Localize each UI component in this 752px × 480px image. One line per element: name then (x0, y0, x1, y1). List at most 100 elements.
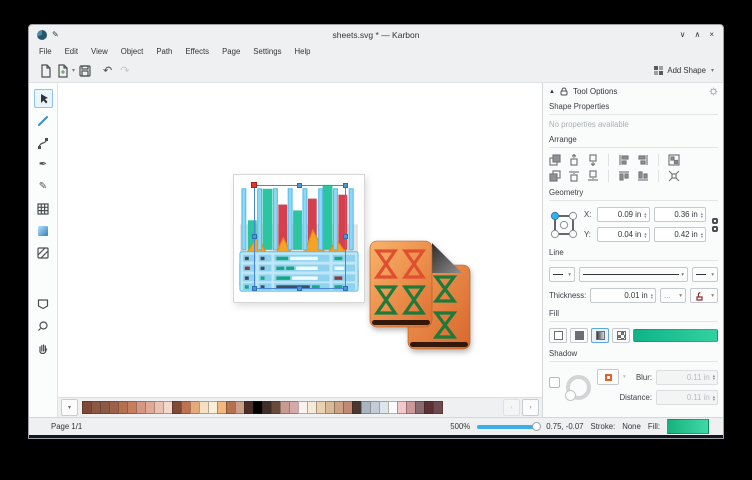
select-tool[interactable] (34, 89, 53, 108)
zoom-level[interactable]: 500% (450, 422, 470, 431)
pan-tool[interactable] (34, 338, 53, 357)
stroke-value: None (622, 422, 641, 431)
zoom-slider-knob[interactable] (532, 422, 541, 431)
x-label: X: (584, 210, 593, 219)
fill-label: Fill: (648, 422, 660, 431)
add-shape-dropdown-arrow: ▾ (711, 67, 714, 74)
lock-icon[interactable] (560, 87, 568, 96)
new-document-button[interactable] (37, 62, 54, 79)
fill-color-swatch[interactable] (667, 419, 709, 434)
shadow-checkbox[interactable] (549, 377, 560, 388)
align-left-button[interactable] (618, 154, 630, 166)
menu-view[interactable]: View (91, 47, 108, 56)
shadow-distance-field[interactable]: 0.11 in▴▾ (656, 390, 718, 405)
bring-to-front-button[interactable] (549, 154, 561, 166)
fill-gradient-preview[interactable] (633, 329, 718, 342)
line-tool[interactable] (34, 111, 53, 130)
width-field[interactable]: 0.36 in▴▾ (654, 207, 707, 222)
shadow-angle-dial[interactable] (566, 375, 591, 400)
pencil-tool[interactable]: ✎ (34, 177, 53, 196)
minimize-button[interactable]: ∨ (680, 31, 686, 39)
menu-path[interactable]: Path (156, 47, 172, 56)
add-shape-icon (654, 66, 663, 75)
palette-scroll-right-button[interactable]: › (522, 399, 539, 416)
align-top-button[interactable] (618, 170, 630, 182)
stroke-paint-button[interactable]: ▾ (690, 288, 718, 303)
path-edit-tool[interactable] (34, 133, 53, 152)
grid-tool[interactable] (34, 199, 53, 218)
open-document-button[interactable] (54, 62, 71, 79)
anchor-point-selector[interactable] (549, 210, 579, 240)
lock-ratio-icon[interactable] (712, 218, 718, 232)
selection-handle-top-right[interactable] (343, 183, 348, 188)
palette-swatch[interactable] (433, 401, 443, 414)
save-button[interactable] (76, 62, 93, 79)
menu-settings[interactable]: Settings (253, 47, 281, 56)
calligraphy-tool[interactable]: ✒ (34, 155, 53, 174)
selection-handle-bottom-middle[interactable] (297, 286, 302, 291)
collapse-docker-icon[interactable]: ▲ (549, 89, 555, 95)
cards-artwork[interactable] (368, 239, 472, 358)
line-end-marker-dropdown[interactable]: ▾ (692, 267, 718, 282)
menu-object[interactable]: Object (121, 47, 144, 56)
close-button[interactable]: × (709, 31, 714, 39)
shape-badge-tool[interactable] (34, 294, 53, 313)
redo-button[interactable]: ↷ (120, 65, 129, 76)
selection-handle-bottom-right[interactable] (343, 286, 348, 291)
drawing-canvas[interactable]: ▾ ‹ › (58, 83, 542, 417)
pattern-tool[interactable] (34, 243, 53, 262)
thickness-field[interactable]: 0.01 in▴▾ (590, 288, 656, 303)
panel-title: Tool Options (573, 87, 617, 96)
gradient-tool[interactable] (34, 221, 53, 240)
palette-scroll-left-button[interactable]: ‹ (503, 399, 520, 416)
menu-file[interactable]: File (39, 47, 52, 56)
palette-menu-button[interactable]: ▾ (61, 399, 78, 416)
selection-handle-middle-right[interactable] (343, 234, 348, 239)
gear-icon[interactable] (709, 87, 718, 96)
zoom-tool[interactable] (34, 316, 53, 335)
menu-bar: File Edit View Object Path Effects Page … (29, 44, 723, 59)
lower-to-bottom-button[interactable] (587, 170, 599, 182)
join-style-dropdown[interactable]: ...▾ (660, 288, 686, 303)
height-field[interactable]: 0.42 in▴▾ (654, 227, 707, 242)
shadow-blur-field[interactable]: 0.11 in▴▾ (656, 370, 718, 385)
selection-handle-middle-left[interactable] (252, 234, 257, 239)
shadow-angle-knob[interactable] (565, 390, 576, 401)
menu-effects[interactable]: Effects (185, 47, 209, 56)
y-position-field[interactable]: 0.04 in▴▾ (597, 227, 650, 242)
stroke-label: Stroke: (591, 422, 616, 431)
fill-pattern-button[interactable] (612, 328, 630, 343)
cursor-coordinates: 0.75, -0.07 (546, 422, 583, 431)
title-bar[interactable]: ✎ sheets.svg * — Karbon ∨ ∧ × (29, 25, 723, 44)
align-right-button[interactable] (637, 154, 649, 166)
maximize-button[interactable]: ∧ (694, 31, 700, 39)
zoom-slider[interactable] (477, 425, 539, 429)
x-position-field[interactable]: 0.09 in▴▾ (597, 207, 650, 222)
fill-solid-button[interactable] (570, 328, 588, 343)
line-start-marker-dropdown[interactable]: ▾ (549, 267, 575, 282)
selection-rectangle[interactable] (254, 185, 346, 289)
menu-help[interactable]: Help (294, 47, 310, 56)
lower-button[interactable] (587, 154, 599, 166)
undo-button[interactable]: ↶ (103, 65, 112, 76)
ungroup-button[interactable] (668, 170, 680, 182)
raise-button[interactable] (568, 154, 580, 166)
add-shape-button[interactable]: Add Shape ▾ (654, 66, 715, 75)
menu-edit[interactable]: Edit (65, 47, 78, 56)
align-bottom-button[interactable] (637, 170, 649, 182)
selection-handle-top-left[interactable] (251, 182, 257, 188)
open-dropdown-arrow[interactable]: ▾ (72, 67, 75, 74)
selection-handle-top-middle[interactable] (297, 183, 302, 188)
color-palette-bar: ▾ ‹ › (58, 397, 542, 417)
blur-label: Blur: (636, 373, 652, 382)
group-button[interactable] (668, 154, 680, 166)
fill-none-button[interactable] (549, 328, 567, 343)
main-toolbar: ▾ ↶ ↷ Add Shape ▾ (29, 59, 723, 83)
send-to-back-button[interactable] (549, 170, 561, 182)
fill-gradient-button[interactable] (591, 328, 609, 343)
shadow-color-button[interactable] (597, 369, 619, 385)
raise-to-top-button[interactable] (568, 170, 580, 182)
selection-handle-bottom-left[interactable] (252, 286, 257, 291)
line-style-dropdown[interactable]: ▾ (579, 267, 688, 282)
menu-page[interactable]: Page (222, 47, 240, 56)
